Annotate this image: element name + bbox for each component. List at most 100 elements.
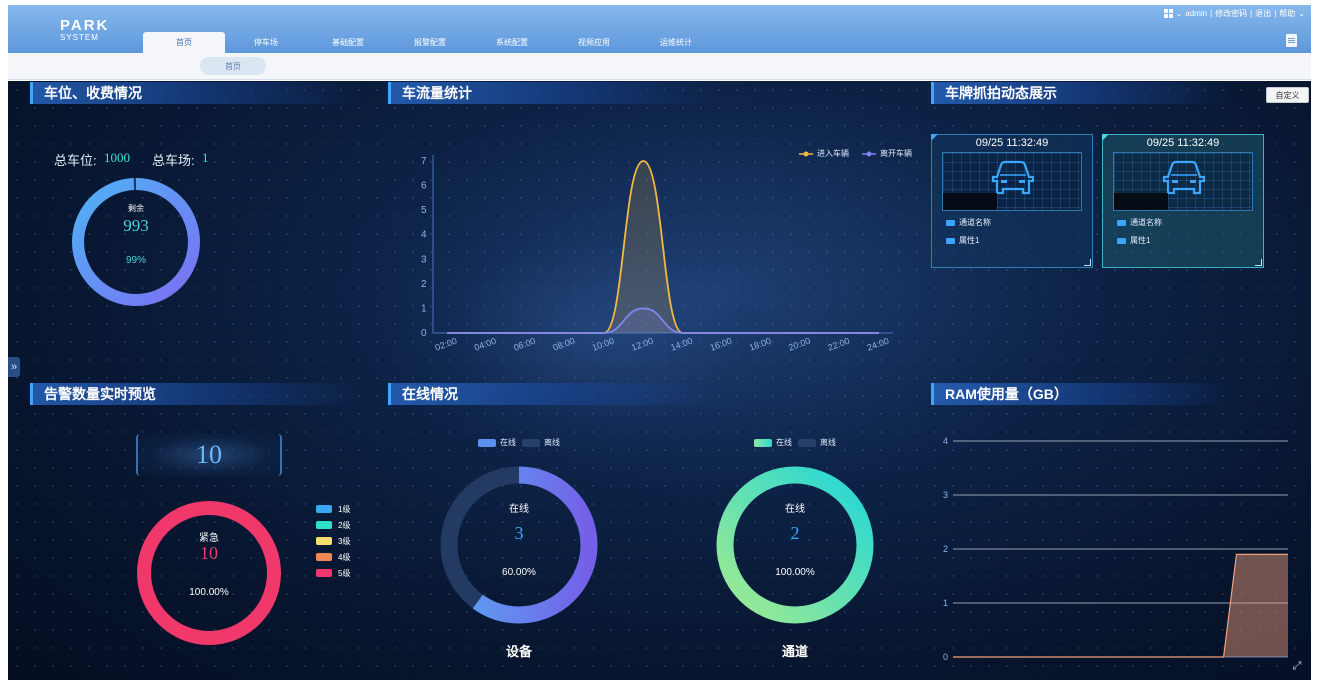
capture-card[interactable]: 09/25 11:32:49 通道名称 属性1 — [931, 134, 1093, 268]
alarm-ring — [137, 501, 281, 645]
chevron-down-icon[interactable]: ⌄ — [1298, 9, 1305, 18]
camera-icon — [1117, 219, 1126, 226]
device-ring-value: 3 — [514, 523, 524, 543]
x-tick-label: 12:00 — [630, 336, 655, 353]
dashboard: 车位、收费情况 车流量统计 车牌抓拍动态展示 告警数量实时预览 在线情况 RAM… — [8, 81, 1311, 680]
capture-attr-label: 属性1 — [1130, 236, 1151, 245]
capture-image — [942, 152, 1082, 211]
parking-ring-label: 剩余 — [128, 204, 144, 213]
total-spaces-value: 1000 — [104, 150, 130, 165]
y-tick-label: 3 — [421, 254, 427, 265]
device-caption: 设备 — [505, 644, 532, 659]
x-tick-label: 10:00 — [591, 336, 616, 353]
total-lots-value: 1 — [202, 150, 209, 165]
capture-time: 09/25 11:32:49 — [1146, 137, 1220, 149]
logo: PARK SYSTEM — [60, 17, 110, 43]
expand-sidebar-icon[interactable]: » — [8, 357, 20, 377]
x-tick-label: 14:00 — [669, 336, 694, 353]
tab-parking-lot[interactable]: 停车场 — [225, 32, 307, 53]
customize-button[interactable]: 自定义 — [1266, 87, 1309, 103]
x-tick-label: 02:00 — [434, 336, 459, 353]
alarm-level-legend: 1级 2级 3级 4级 5级 — [316, 501, 350, 581]
y-tick-label: 6 — [421, 181, 427, 192]
traffic-chart: 0 1 2 3 4 5 6 7 02:00 04:00 06:00 08:00 10:00 12:00 14… — [421, 155, 893, 353]
legend-level-4[interactable]: 4级 — [316, 549, 350, 565]
legend-level-2[interactable]: 2级 — [316, 517, 350, 533]
plate-box — [943, 193, 997, 210]
panel-title-ram: RAM使用量（GB） — [931, 383, 1231, 405]
y-tick-label: 2 — [421, 279, 427, 290]
y-tick-label: 0 — [943, 652, 948, 662]
panel-title-capture: 车牌抓拍动态展示 — [931, 82, 1231, 104]
y-tick-label: 1 — [421, 303, 427, 314]
legend-level-3[interactable]: 3级 — [316, 533, 350, 549]
y-tick-label: 3 — [943, 490, 948, 500]
channel-ring-percent: 100.00% — [775, 567, 815, 578]
y-tick-label: 4 — [943, 436, 948, 446]
total-spaces-label: 总车位: — [54, 153, 97, 168]
tab-alarm-config[interactable]: 报警配置 — [389, 32, 471, 53]
change-password-link[interactable]: 修改密码 — [1215, 8, 1247, 19]
total-lots-label: 总车场: — [152, 153, 195, 168]
chevron-down-icon[interactable]: ⌄ — [1176, 9, 1183, 18]
online-legend-online[interactable]: 在线 — [478, 437, 516, 448]
capture-image — [1113, 152, 1253, 211]
channel-caption: 通道 — [781, 644, 808, 659]
username[interactable]: admin — [1185, 9, 1207, 18]
help-link[interactable]: 帮助 — [1279, 8, 1295, 19]
ram-chart: 0 1 2 3 4 — [943, 436, 1288, 662]
panel-title-traffic: 车流量统计 — [388, 82, 718, 104]
y-tick-label: 4 — [421, 230, 427, 241]
legend-level-1[interactable]: 1级 — [316, 501, 350, 517]
channel-ring-label: 在线 — [785, 504, 805, 515]
device-ring-percent: 60.00% — [502, 567, 536, 578]
capture-attr: 属性1 — [1117, 235, 1150, 246]
capture-attr-label: 属性1 — [959, 236, 980, 245]
parking-ring-percent: 99% — [125, 255, 146, 266]
parking-ring-value: 993 — [123, 216, 149, 235]
fullscreen-icon[interactable]: ⤢ — [1291, 660, 1303, 672]
x-tick-label: 20:00 — [787, 336, 812, 353]
logo-line2: SYSTEM — [60, 33, 99, 42]
x-tick-label: 22:00 — [826, 336, 851, 353]
capture-card[interactable]: 09/25 11:32:49 通道名称 属性1 — [1102, 134, 1264, 268]
channel-ring-value: 2 — [790, 523, 800, 543]
x-tick-label: 16:00 — [709, 336, 734, 353]
user-menu: ⌄ admin | 修改密码 | 退出 | 帮助 ⌄ — [1163, 8, 1305, 19]
ram-area — [953, 554, 1288, 657]
x-tick-label: 18:00 — [748, 336, 773, 353]
alarm-ring-arc — [137, 501, 281, 645]
panel-title-alarm: 告警数量实时预览 — [30, 383, 360, 405]
y-tick-label: 7 — [421, 156, 427, 167]
tab-ops-stats[interactable]: 运维统计 — [635, 32, 717, 53]
tab-home[interactable]: 首页 — [143, 32, 225, 53]
alarm-ring-value: 10 — [200, 543, 218, 563]
alarm-ring-label: 紧急 — [199, 533, 219, 544]
app-root: PARK SYSTEM 首页 停车场 基础配置 报警配置 系统配置 视频应用 运… — [0, 0, 1319, 680]
channel-legend-online[interactable]: 在线 — [754, 437, 792, 448]
logout-link[interactable]: 退出 — [1255, 8, 1271, 19]
document-icon[interactable] — [1286, 34, 1297, 47]
breadcrumb-bar: 首页 — [8, 53, 1311, 80]
capture-attr: 属性1 — [946, 235, 979, 246]
parking-ring — [72, 178, 200, 306]
tab-video-app[interactable]: 视频应用 — [553, 32, 635, 53]
tab-basic-config[interactable]: 基础配置 — [307, 32, 389, 53]
apps-grid-icon[interactable] — [1163, 9, 1173, 18]
legend-level-5[interactable]: 5级 — [316, 565, 350, 581]
car-small-icon — [946, 237, 955, 244]
panel-title-parking: 车位、收费情况 — [30, 82, 360, 104]
logo-line1: PARK — [60, 17, 110, 34]
channel-legend-offline[interactable]: 离线 — [798, 437, 836, 448]
online-legend-offline[interactable]: 离线 — [522, 437, 560, 448]
channel-ring — [716, 466, 874, 624]
x-tick-label: 24:00 — [866, 336, 891, 353]
car-small-icon — [1117, 237, 1126, 244]
breadcrumb-home[interactable]: 首页 — [200, 57, 266, 75]
capture-channel: 通道名称 — [1117, 217, 1162, 228]
x-tick-label: 06:00 — [512, 336, 537, 353]
top-header: PARK SYSTEM 首页 停车场 基础配置 报警配置 系统配置 视频应用 运… — [8, 5, 1311, 53]
channel-ring-arc — [716, 466, 874, 624]
x-tick-label: 04:00 — [473, 336, 498, 353]
tab-system-config[interactable]: 系统配置 — [471, 32, 553, 53]
